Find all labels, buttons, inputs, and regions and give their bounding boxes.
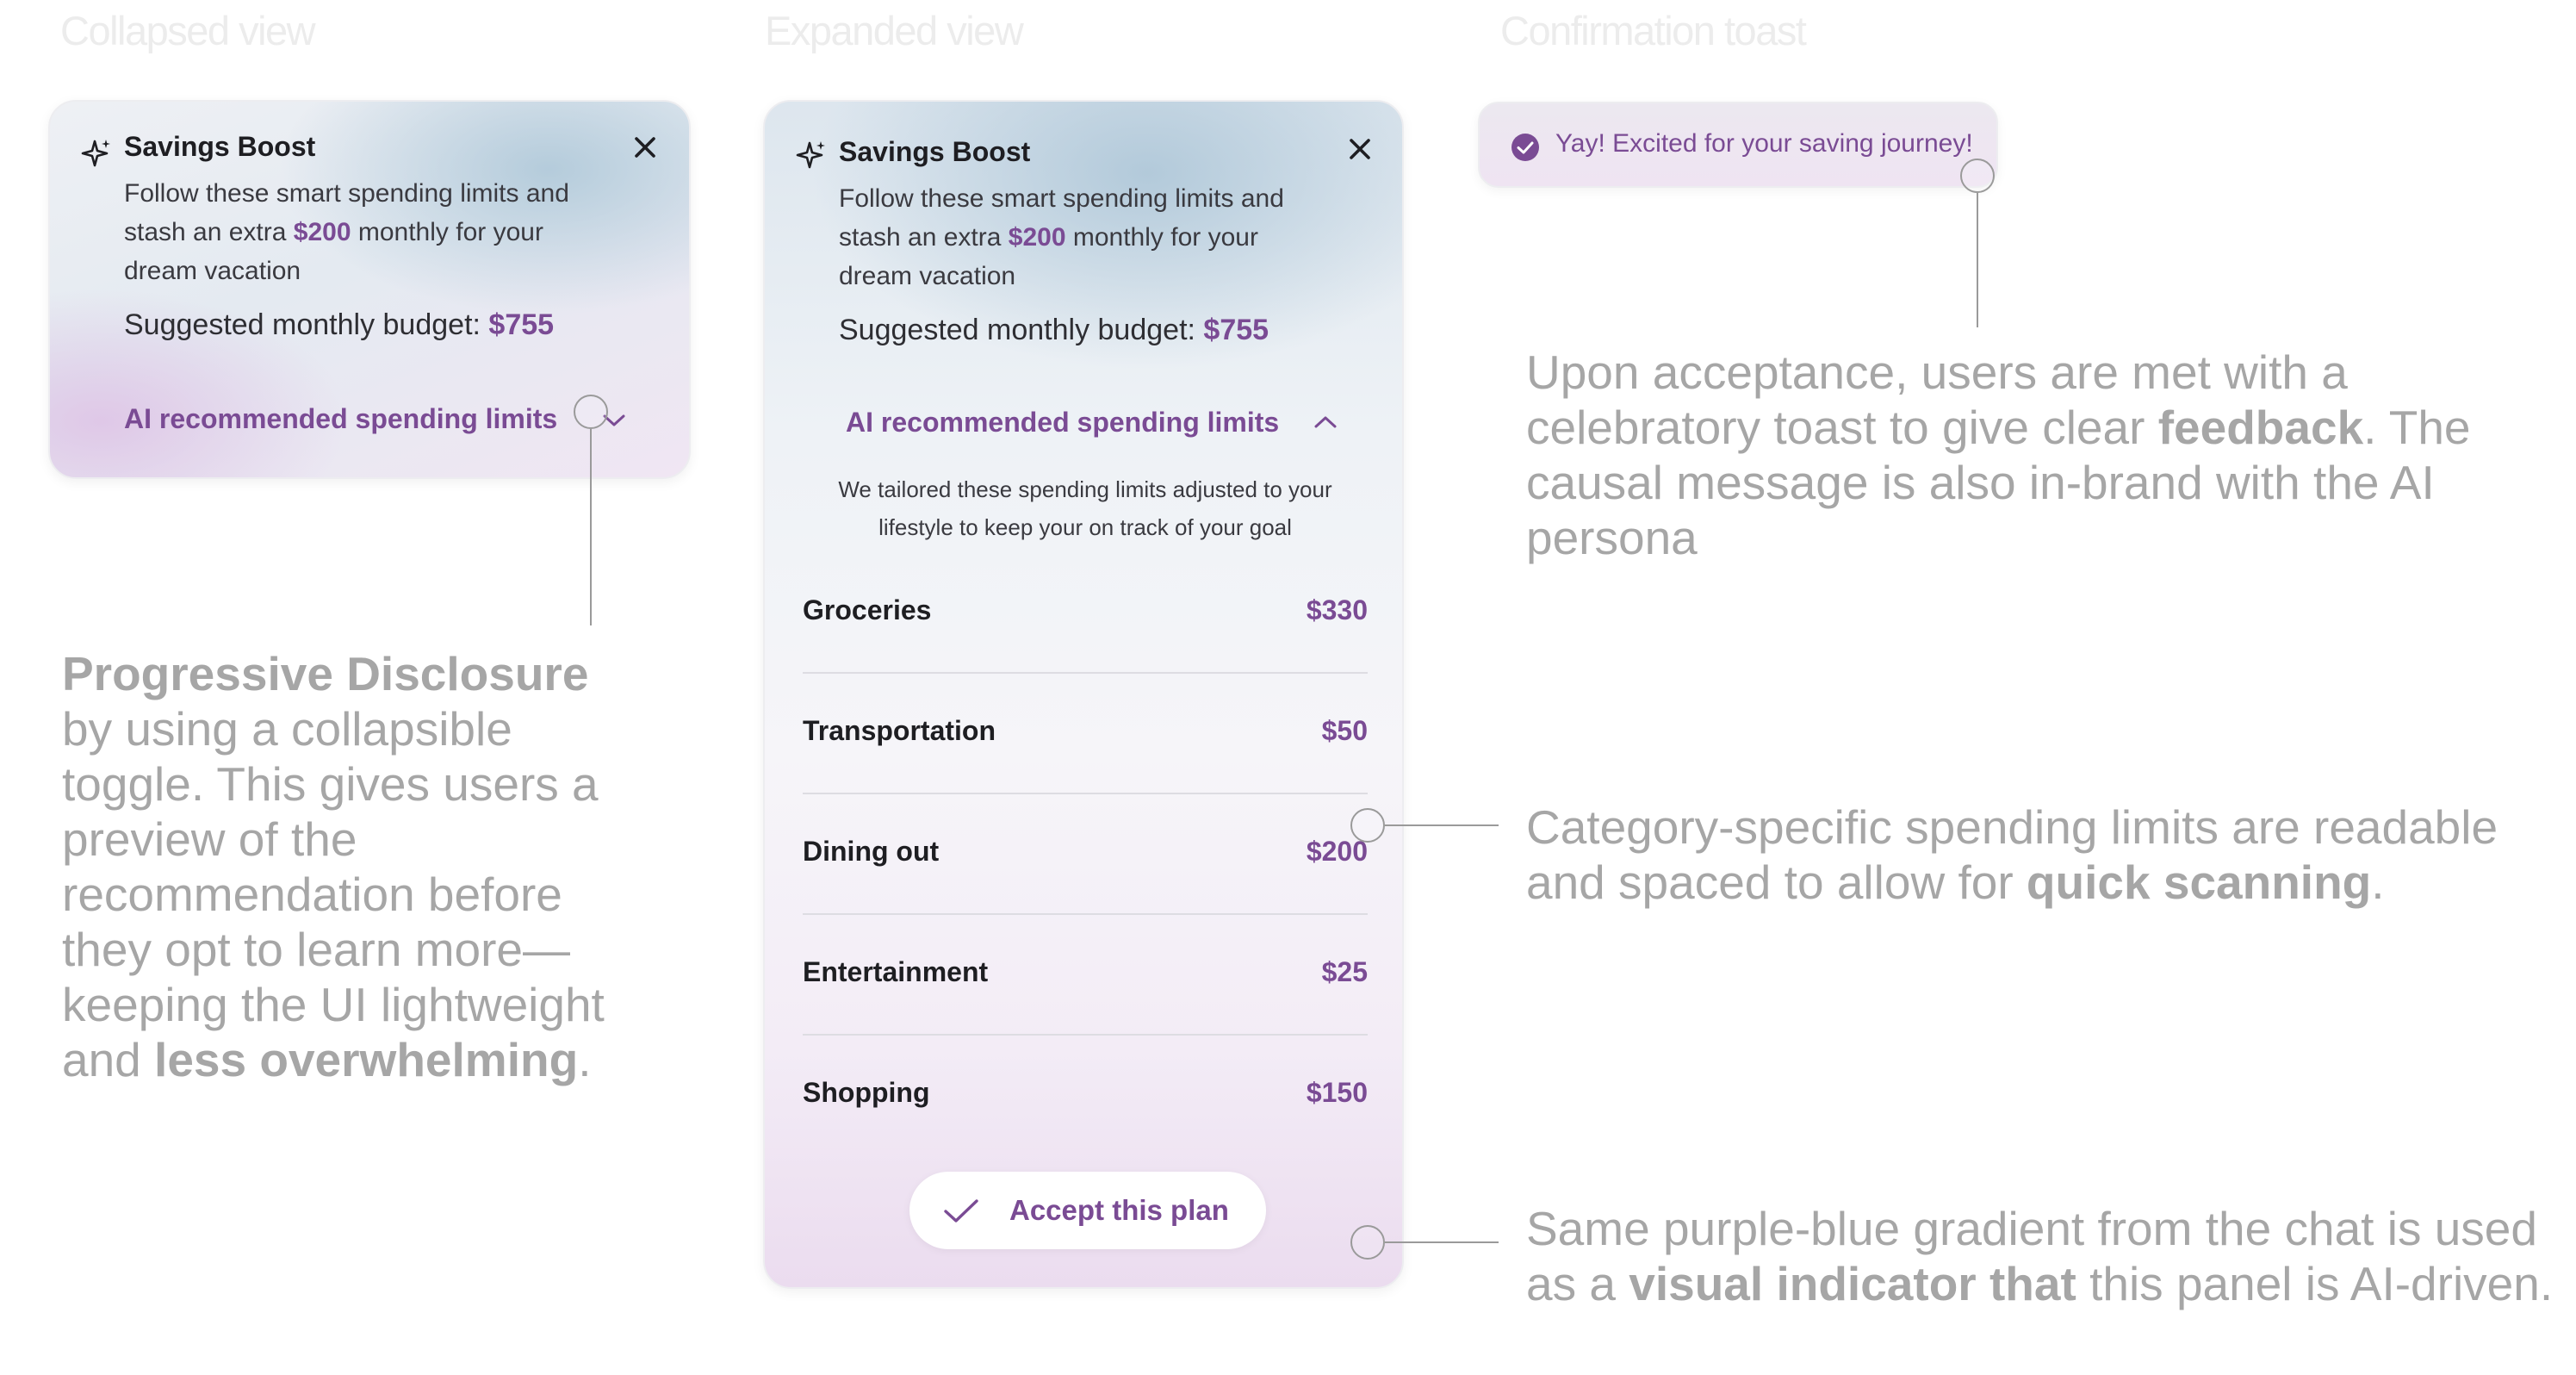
close-icon[interactable] <box>1347 136 1373 162</box>
annotation-line: they opt to learn more— <box>62 923 571 976</box>
annotation-line: Same purple-blue gradient from the chat … <box>1526 1202 2537 1255</box>
annotation-category: Category-specific spending limits are re… <box>1526 799 2560 910</box>
annotation-text: . <box>2371 855 2385 909</box>
annotation-line: and spaced to allow for quick scanning. <box>1526 855 2560 910</box>
desc-amount: $200 <box>1008 223 1066 252</box>
chevron-up-icon[interactable] <box>1313 414 1338 431</box>
annotation-text: celebratory toast to give clear <box>1526 401 2158 454</box>
category-row: Transportation $50 <box>803 672 1368 794</box>
annotation-gradient: Same purple-blue gradient from the chat … <box>1526 1201 2568 1311</box>
callout-line <box>1385 824 1499 826</box>
annotation-text: this panel is AI-driven. <box>2076 1257 2554 1310</box>
annotation-line: causal message is also in-brand with the… <box>1526 456 2435 509</box>
category-value: $200 <box>1306 836 1368 867</box>
category-label: Entertainment <box>803 956 989 987</box>
category-value: $330 <box>1306 594 1368 625</box>
accept-plan-button[interactable]: Accept this plan <box>909 1172 1266 1249</box>
budget-value: $755 <box>1203 314 1269 346</box>
callout-marker <box>574 395 608 429</box>
callout-line <box>1385 1241 1499 1243</box>
annotation-line: recommendation before <box>62 868 562 921</box>
callout-line <box>1977 193 1978 327</box>
annotation-line: Upon acceptance, users are met with a <box>1526 345 2348 399</box>
desc-line-3: dream vacation <box>124 257 301 285</box>
annotation-text: as a <box>1526 1257 1629 1310</box>
desc-text: monthly for your <box>351 218 543 246</box>
expanded-view-heading: Expanded view <box>765 8 1024 53</box>
desc-line-1: Follow these smart spending limits and <box>124 179 569 208</box>
annotation-line: persona <box>1526 511 1698 564</box>
desc-line-3: dream vacation <box>839 262 1016 290</box>
card-title: Savings Boost <box>124 131 316 162</box>
card-description: Follow these smart spending limits and s… <box>839 179 1321 296</box>
category-row: Entertainment $25 <box>803 913 1368 1036</box>
annotation-line: preview of the <box>62 812 357 866</box>
desc-amount: $200 <box>293 218 351 246</box>
confirmation-toast-heading: Confirmation toast <box>1500 8 1807 53</box>
annotation-text: and <box>62 1033 155 1086</box>
desc-text: monthly for your <box>1065 223 1258 252</box>
category-value: $50 <box>1321 715 1368 746</box>
desc-line-1: Follow these smart spending limits and <box>839 184 1284 213</box>
budget-label: Suggested monthly budget: <box>839 314 1204 346</box>
savings-boost-card-expanded: Savings Boost Follow these smart spendin… <box>763 100 1404 1289</box>
annotation-line: keeping the UI lightweight <box>62 978 605 1031</box>
budget-value: $755 <box>488 308 555 341</box>
collapsed-view-heading: Collapsed view <box>60 8 316 53</box>
callout-marker <box>1350 808 1385 843</box>
annotation-line: as a visual indicator that this panel is… <box>1526 1256 2568 1311</box>
annotation-bold: quick scanning <box>2026 855 2372 909</box>
check-circle-icon <box>1511 134 1539 161</box>
annotation-text: . <box>578 1033 592 1086</box>
card-title: Savings Boost <box>839 136 1031 167</box>
budget-line: Suggested monthly budget: $755 <box>124 308 554 342</box>
annotation-bold: feedback <box>2157 401 2364 454</box>
desc-line-2: stash an extra $200 monthly for your <box>124 213 606 252</box>
annotation-bold: visual indicator that <box>1629 1257 2076 1310</box>
tailored-description: We tailored these spending limits adjust… <box>782 470 1388 546</box>
confirmation-toast: Yay! Excited for your saving journey! <box>1478 102 1998 188</box>
desc-line-2: stash an extra $200 monthly for your <box>839 218 1321 257</box>
annotation-line: by using a collapsible <box>62 702 512 756</box>
annotation-bold: less overwhelming <box>154 1033 579 1086</box>
callout-marker <box>1960 159 1995 193</box>
callout-marker <box>1350 1225 1385 1260</box>
desc-text: stash an extra <box>839 223 1009 252</box>
toast-message: Yay! Excited for your saving journey! <box>1555 129 1973 158</box>
sparkle-icon <box>796 141 825 169</box>
category-label: Transportation <box>803 715 996 746</box>
category-row: Dining out $200 <box>803 793 1368 915</box>
annotation-acceptance: Upon acceptance, users are met with a ce… <box>1526 345 2560 565</box>
category-row: Groceries $330 <box>803 551 1368 674</box>
category-value: $25 <box>1321 956 1368 987</box>
annotation-text: . The <box>2363 401 2471 454</box>
accept-plan-label: Accept this plan <box>1009 1194 1229 1226</box>
annotation-line: and less overwhelming. <box>62 1032 665 1087</box>
sparkle-icon <box>81 140 110 167</box>
annotation-progressive-disclosure: Progressive Disclosure by using a collap… <box>62 646 665 1087</box>
spending-limits-toggle[interactable]: AI recommended spending limits <box>846 407 1279 439</box>
category-row: Shopping $150 <box>803 1034 1368 1154</box>
close-icon[interactable] <box>632 134 658 160</box>
spending-limits-toggle[interactable]: AI recommended spending limits <box>124 403 557 435</box>
annotation-line: Category-specific spending limits are re… <box>1526 800 2498 854</box>
callout-line <box>590 429 592 625</box>
annotation-line: toggle. This gives users a <box>62 757 599 811</box>
category-label: Dining out <box>803 836 940 867</box>
annotation-bold: Progressive Disclosure <box>62 647 589 700</box>
desc-text: stash an extra <box>124 218 294 246</box>
category-label: Shopping <box>803 1077 930 1108</box>
budget-label: Suggested monthly budget: <box>124 308 489 341</box>
annotation-text: and spaced to allow for <box>1526 855 2027 909</box>
annotation-line: celebratory toast to give clear feedback… <box>1526 400 2560 455</box>
card-description: Follow these smart spending limits and s… <box>124 174 606 290</box>
check-icon <box>944 1199 978 1223</box>
budget-line: Suggested monthly budget: $755 <box>839 314 1269 347</box>
tailored-line-1: We tailored these spending limits adjust… <box>838 476 1332 502</box>
tailored-line-2: lifestyle to keep your on track of your … <box>878 514 1292 540</box>
category-label: Groceries <box>803 594 932 625</box>
category-value: $150 <box>1306 1077 1368 1108</box>
